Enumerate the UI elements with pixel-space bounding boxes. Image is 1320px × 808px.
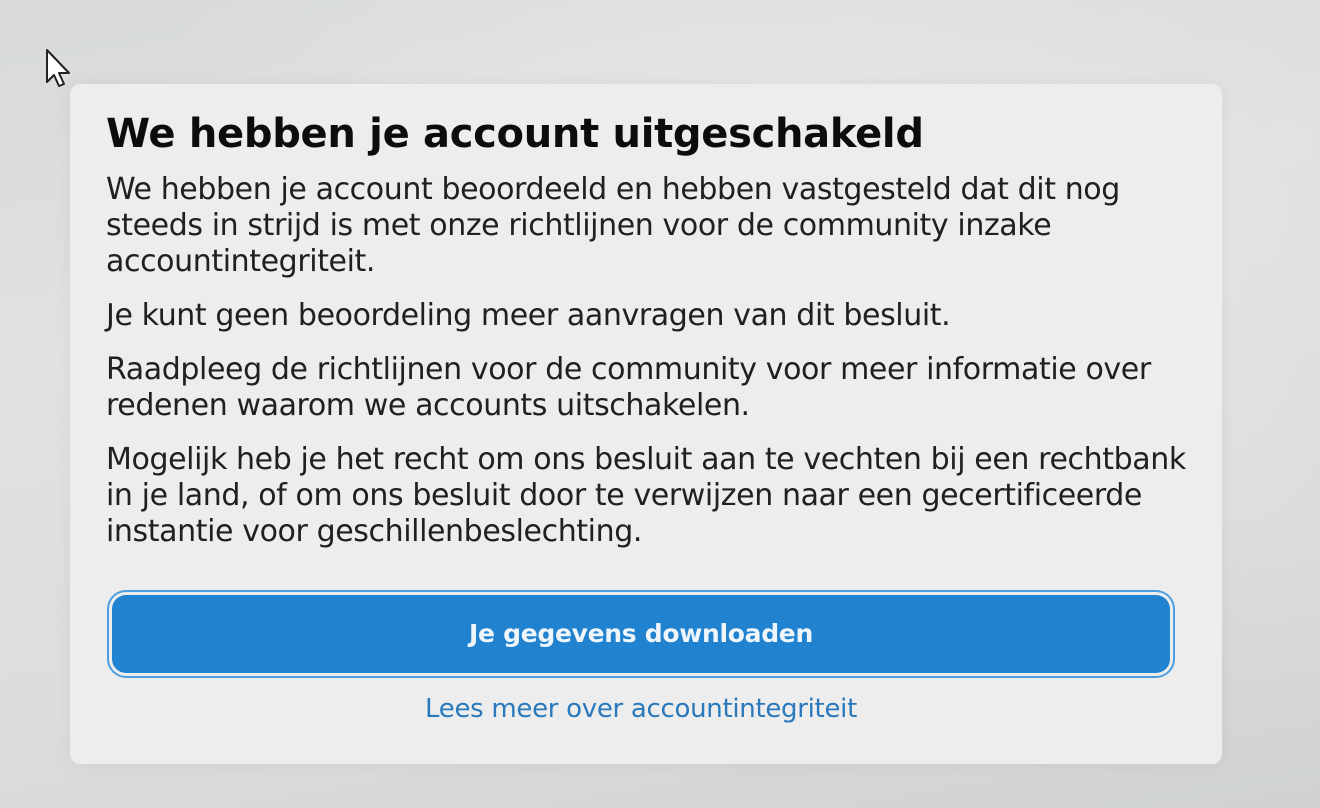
download-data-button[interactable]: Je gegevens downloaden xyxy=(112,595,1170,673)
no-appeal-paragraph: Je kunt geen beoordeling meer aanvragen … xyxy=(106,298,951,333)
learn-more-account-integrity-link[interactable]: Lees meer over accountintegriteit xyxy=(112,692,1170,726)
guidelines-paragraph: Raadpleeg de richtlijnen voor de communi… xyxy=(106,352,1151,423)
mouse-pointer-icon xyxy=(44,48,72,88)
account-disabled-dialog: We hebben je account uitgeschakeld We he… xyxy=(70,84,1222,764)
dialog-title: We hebben je account uitgeschakeld xyxy=(106,111,924,157)
dialog-content: We hebben je account uitgeschakeld We he… xyxy=(106,110,1186,568)
legal-rights-paragraph: Mogelijk heb je het recht om ons besluit… xyxy=(106,442,1186,549)
review-paragraph: We hebben je account beoordeeld en hebbe… xyxy=(106,172,1120,279)
